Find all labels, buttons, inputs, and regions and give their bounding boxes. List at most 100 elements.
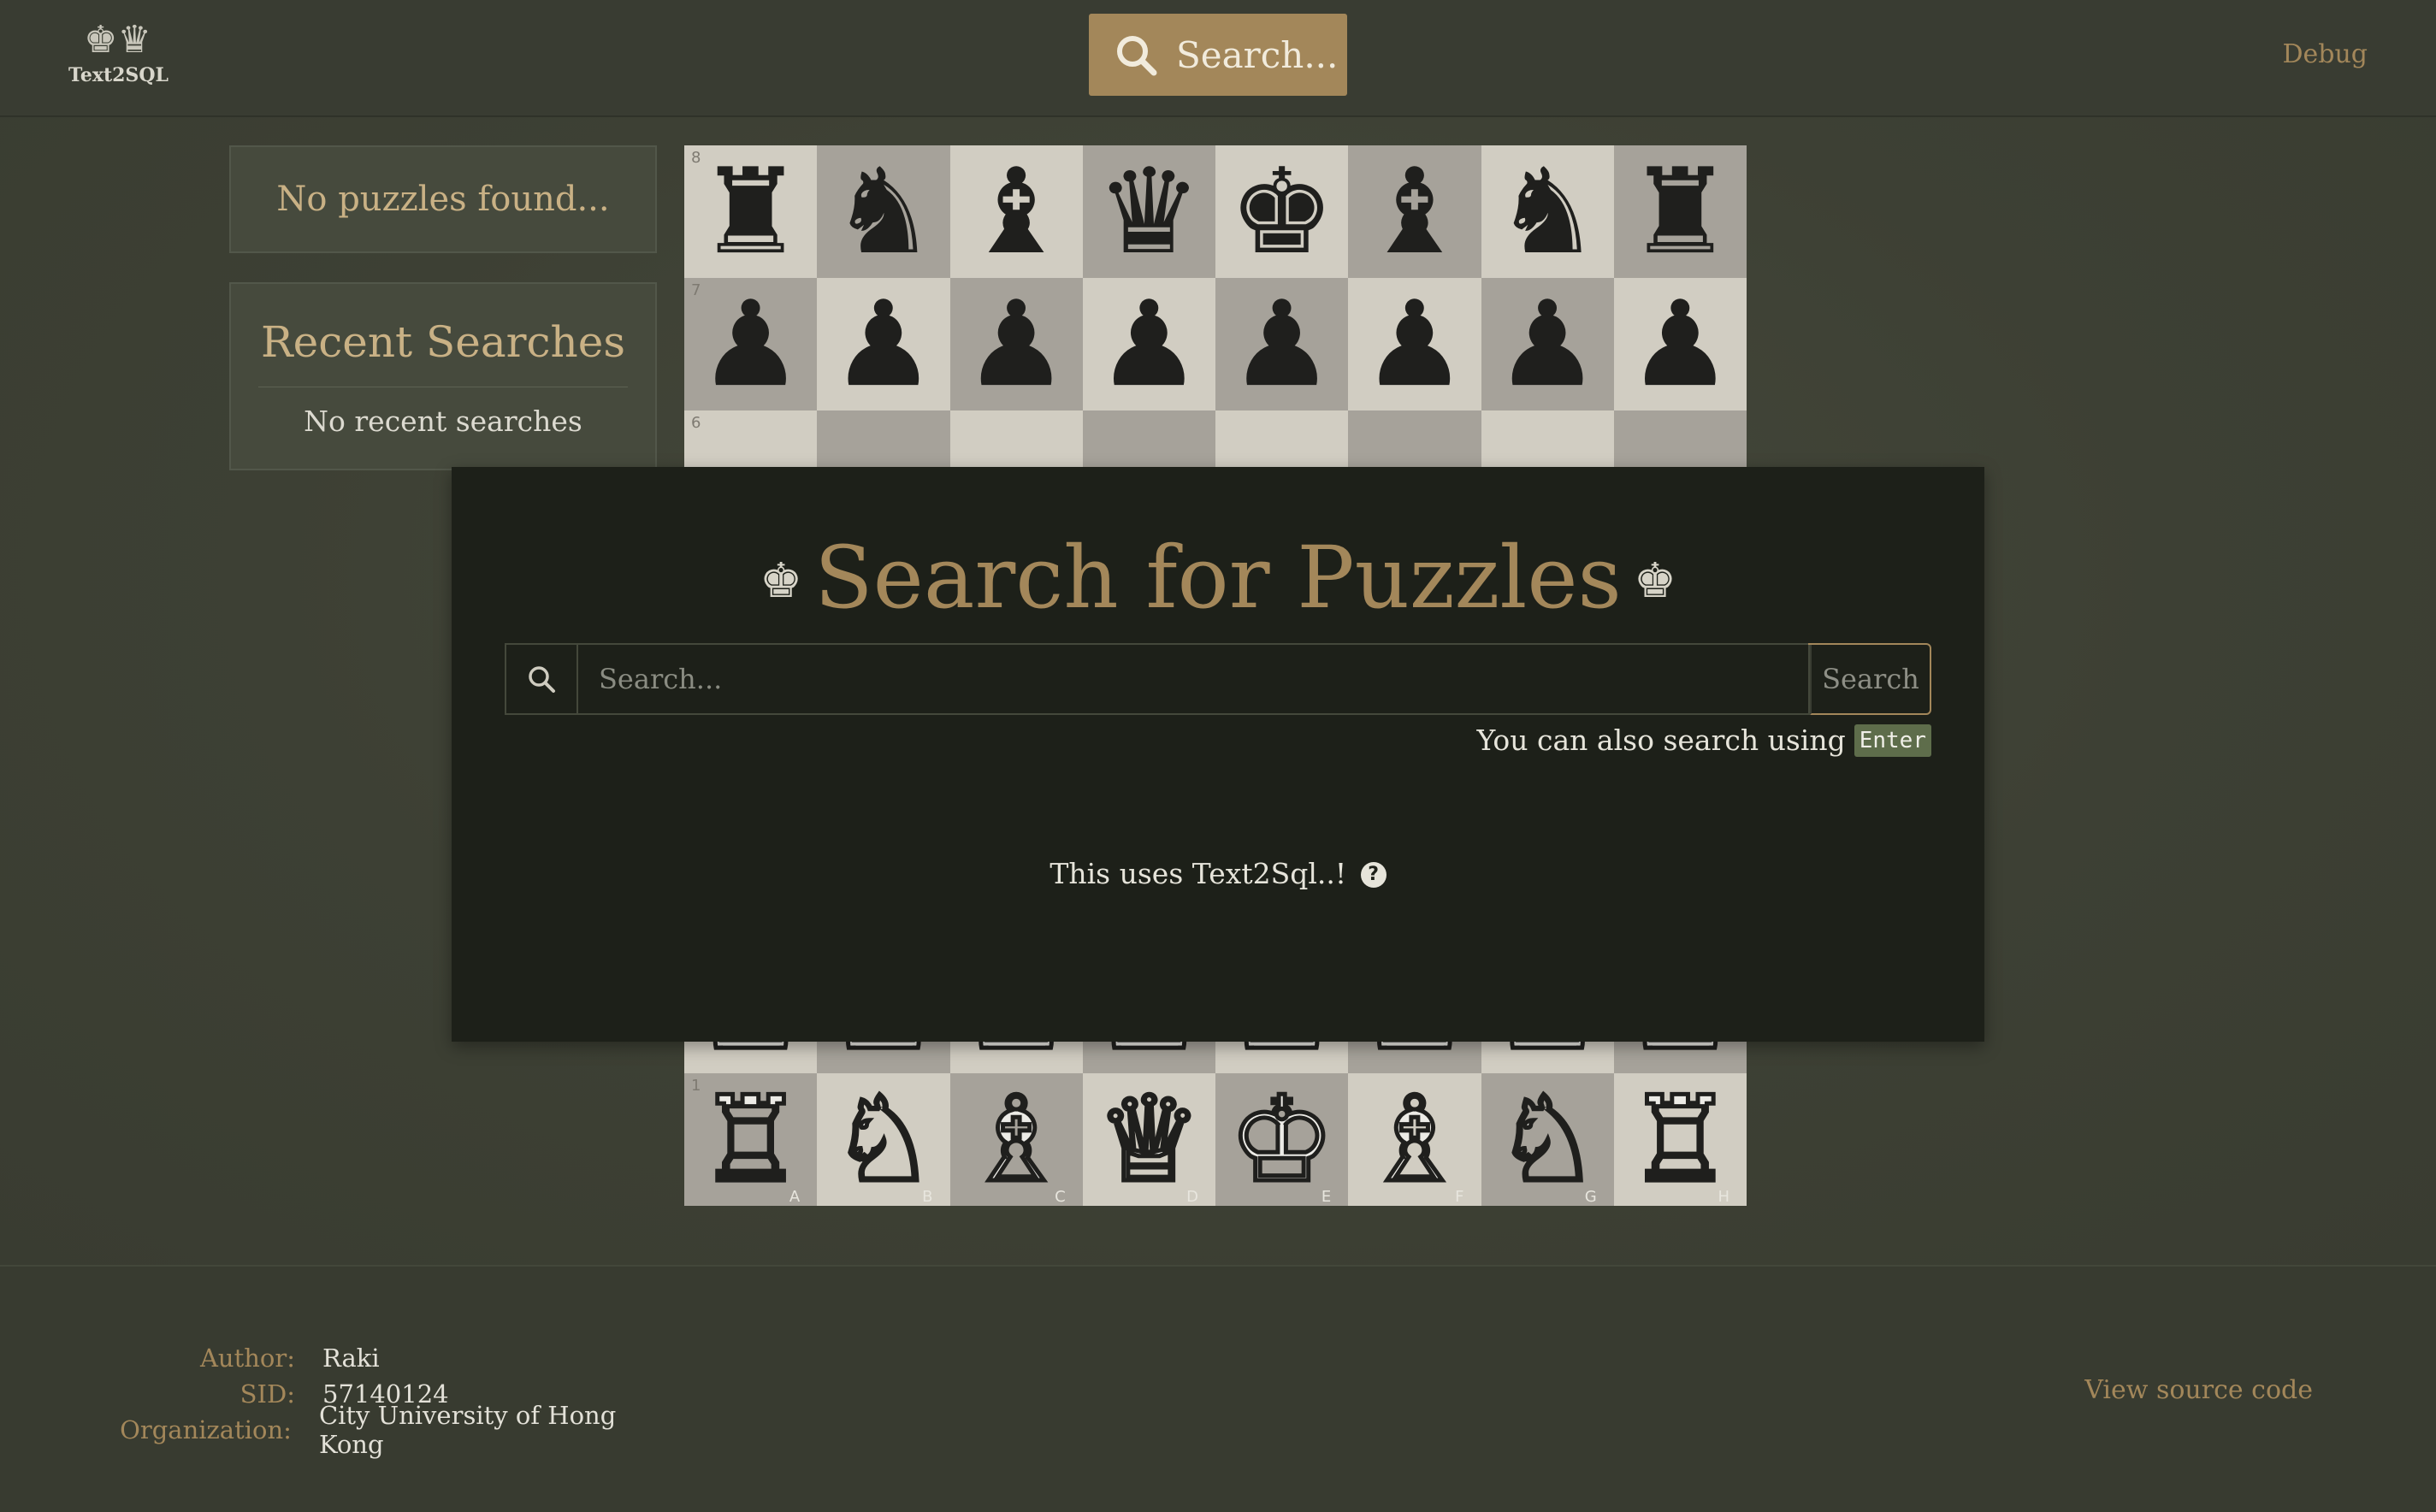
white-piece-icon[interactable]: ♘ <box>829 1078 939 1201</box>
file-label: H <box>1718 1188 1729 1206</box>
no-puzzles-panel: No puzzles found... <box>229 145 657 253</box>
header-search-label: Search... <box>1176 33 1339 76</box>
rank-label: 8 <box>691 149 701 167</box>
board-square[interactable]: ♞ <box>1481 145 1614 278</box>
top-header: ♚♛ Text2SQL Search... Debug <box>0 0 2436 117</box>
black-piece-icon[interactable]: ♛ <box>1097 152 1203 271</box>
organization-value: City University of Hong Kong <box>318 1401 617 1459</box>
black-piece-icon[interactable]: ♞ <box>831 152 937 271</box>
author-row: Author: Raki <box>0 1340 684 1376</box>
view-source-link[interactable]: View source code <box>2084 1375 2313 1405</box>
rank-label: 6 <box>691 414 701 432</box>
file-label: E <box>1321 1188 1332 1206</box>
board-square[interactable]: ♞ <box>817 145 950 278</box>
board-square[interactable]: ♝ <box>1348 145 1481 278</box>
board-square[interactable]: ♟ <box>1082 278 1215 410</box>
recent-searches-title: Recent Searches <box>260 317 626 367</box>
board-square[interactable]: E ♔ <box>1215 1073 1349 1206</box>
focus-accent <box>1808 643 1868 645</box>
author-label: Author: <box>199 1344 295 1373</box>
file-label: F <box>1455 1188 1464 1206</box>
footer: Author: Raki SID: 57140124 Organization:… <box>0 1265 2436 1512</box>
black-piece-icon[interactable]: ♞ <box>1494 152 1600 271</box>
board-square[interactable]: ♛ <box>1082 145 1215 278</box>
debug-link[interactable]: Debug <box>2282 39 2368 69</box>
text2sql-note-text: This uses Text2Sql..! <box>1049 857 1347 890</box>
no-puzzles-text: No puzzles found... <box>276 180 610 219</box>
file-label: G <box>1584 1188 1597 1206</box>
search-input[interactable] <box>576 643 1810 715</box>
crown-icon: ♚ <box>1633 553 1677 609</box>
enter-hint: You can also search using Enter <box>1476 724 1931 757</box>
recent-searches-empty: No recent searches <box>304 405 582 438</box>
author-info: Author: Raki SID: 57140124 Organization:… <box>0 1340 684 1459</box>
organization-row: Organization: City University of Hong Ko… <box>0 1401 684 1459</box>
organization-label: Organization: <box>120 1415 292 1444</box>
rank-label: 1 <box>691 1077 701 1095</box>
search-icon <box>529 666 555 693</box>
app-logo[interactable]: ♚♛ Text2SQL <box>68 15 169 92</box>
board-square[interactable]: F ♗ <box>1348 1073 1481 1206</box>
enter-hint-text: You can also search using <box>1476 724 1846 757</box>
board-square[interactable]: ♝ <box>949 145 1083 278</box>
search-submit-button[interactable]: Search <box>1810 643 1931 715</box>
board-square[interactable]: ♟ <box>817 278 950 410</box>
file-label: D <box>1186 1188 1198 1206</box>
black-piece-icon[interactable]: ♟ <box>1628 285 1734 404</box>
board-square[interactable]: ♟ <box>949 278 1083 410</box>
black-piece-icon[interactable]: ♟ <box>1229 285 1335 404</box>
board-square[interactable]: ♟ <box>1348 278 1481 410</box>
app-root: ♚♛ Text2SQL Search... Debug No puzzles f… <box>0 0 2436 1512</box>
logo-text: Text2SQL <box>68 64 169 86</box>
black-piece-icon[interactable]: ♝ <box>1362 152 1468 271</box>
search-icon-box <box>505 643 576 715</box>
white-piece-icon[interactable]: ♖ <box>695 1078 806 1201</box>
white-piece-icon[interactable]: ♘ <box>1493 1078 1603 1201</box>
black-piece-icon[interactable]: ♚ <box>1229 152 1335 271</box>
board-square[interactable]: ♜ <box>1613 145 1747 278</box>
black-piece-icon[interactable]: ♟ <box>1097 285 1203 404</box>
text2sql-note: This uses Text2Sql..! ? <box>452 857 1984 890</box>
white-piece-icon[interactable]: ♗ <box>961 1078 1072 1201</box>
author-value: Raki <box>322 1344 380 1373</box>
black-piece-icon[interactable]: ♟ <box>963 285 1069 404</box>
board-square[interactable]: ♟ <box>1215 278 1349 410</box>
board-square[interactable]: C ♗ <box>949 1073 1083 1206</box>
sid-label: SID: <box>239 1379 295 1409</box>
board-square[interactable]: 1 A ♖ <box>684 1073 818 1206</box>
chess-pieces-icon: ♚♛ <box>84 18 151 62</box>
white-piece-icon[interactable]: ♗ <box>1360 1078 1470 1201</box>
black-piece-icon[interactable]: ♜ <box>698 152 804 271</box>
enter-key-badge: Enter <box>1854 724 1931 757</box>
file-label: C <box>1055 1188 1066 1206</box>
black-piece-icon[interactable]: ♟ <box>698 285 804 404</box>
black-piece-icon[interactable]: ♟ <box>1362 285 1468 404</box>
help-icon[interactable]: ? <box>1360 861 1387 888</box>
crown-icon: ♚ <box>759 553 803 609</box>
search-icon <box>1117 36 1157 76</box>
black-piece-icon[interactable]: ♝ <box>963 152 1069 271</box>
board-square[interactable]: H ♖ <box>1613 1073 1747 1206</box>
white-piece-icon[interactable]: ♔ <box>1227 1078 1337 1201</box>
search-modal: ♚Search for Puzzles♚ Search You can also… <box>452 467 1984 1042</box>
header-search-button[interactable]: Search... <box>1089 14 1347 96</box>
rank-label: 7 <box>691 281 701 299</box>
board-square[interactable]: ♟ <box>1613 278 1747 410</box>
modal-title: Search for Puzzles <box>814 528 1622 628</box>
white-piece-icon[interactable]: ♕ <box>1094 1078 1204 1201</box>
recent-searches-panel: Recent Searches No recent searches <box>229 282 657 470</box>
board-square[interactable]: D ♕ <box>1082 1073 1215 1206</box>
board-square[interactable]: G ♘ <box>1481 1073 1614 1206</box>
file-label: B <box>922 1188 933 1206</box>
board-square[interactable]: B ♘ <box>817 1073 950 1206</box>
modal-title-row: ♚ Search for Puzzles ♚ <box>452 527 1984 633</box>
search-bar: Search <box>505 643 1931 715</box>
black-piece-icon[interactable]: ♟ <box>831 285 937 404</box>
white-piece-icon[interactable]: ♖ <box>1625 1078 1735 1201</box>
black-piece-icon[interactable]: ♟ <box>1494 285 1600 404</box>
board-square[interactable]: ♟ <box>1481 278 1614 410</box>
board-square[interactable]: 7 ♟ <box>684 278 818 410</box>
board-square[interactable]: ♚ <box>1215 145 1349 278</box>
black-piece-icon[interactable]: ♜ <box>1628 152 1734 271</box>
board-square[interactable]: 8 ♜ <box>684 145 818 278</box>
